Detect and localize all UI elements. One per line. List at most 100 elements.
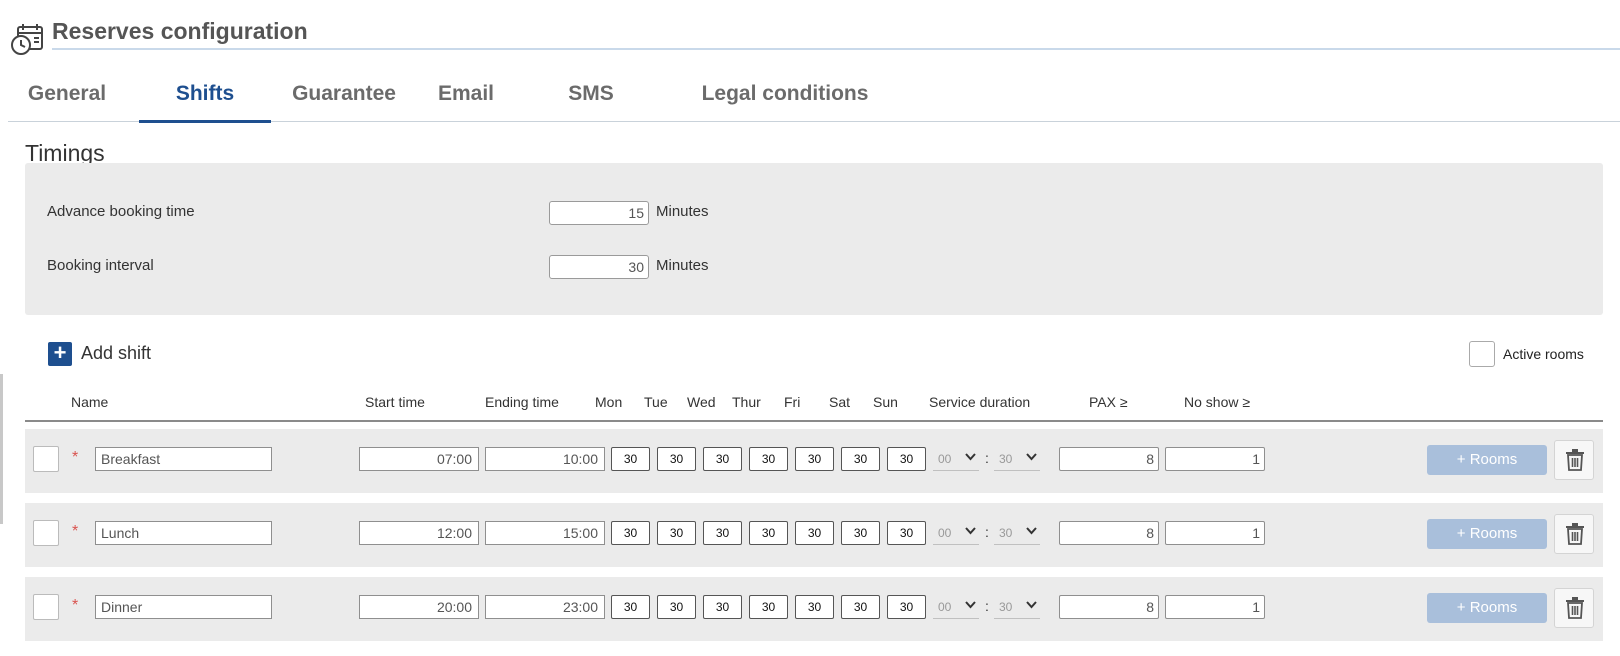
duration-separator: : [985, 450, 989, 466]
wed-interval-input[interactable] [703, 521, 742, 545]
wed-interval-input[interactable] [703, 447, 742, 471]
tab-sms[interactable]: SMS [567, 82, 615, 122]
wed-interval-input[interactable] [703, 595, 742, 619]
trash-icon [1566, 597, 1584, 619]
thur-interval-input[interactable] [749, 595, 788, 619]
chevron-down-icon [1026, 527, 1037, 535]
add-rooms-button[interactable]: + Rooms [1427, 593, 1547, 623]
advance-booking-label: Advance booking time [47, 203, 195, 220]
page-title: Reserves configuration [52, 18, 308, 44]
no-show-input[interactable] [1165, 521, 1265, 545]
duration-minutes-value: 30 [999, 600, 1013, 614]
left-edge-marker [0, 374, 3, 524]
duration-hours-select[interactable]: 00 [933, 597, 979, 619]
advance-booking-input[interactable] [549, 201, 649, 225]
chevron-down-icon [1026, 601, 1037, 609]
chevron-down-icon [965, 453, 976, 461]
required-indicator: * [72, 449, 79, 466]
title-underline [52, 48, 1620, 50]
col-header-wed: Wed [687, 394, 716, 410]
delete-shift-button[interactable] [1554, 514, 1594, 554]
no-show-input[interactable] [1165, 447, 1265, 471]
sun-interval-input[interactable] [887, 595, 926, 619]
pax-input[interactable] [1059, 521, 1159, 545]
tab-email[interactable]: Email [436, 82, 496, 122]
calendar-clock-icon [10, 22, 44, 56]
duration-hours-select[interactable]: 00 [933, 449, 979, 471]
no-show-input[interactable] [1165, 595, 1265, 619]
tue-interval-input[interactable] [657, 521, 696, 545]
duration-separator: : [985, 598, 989, 614]
duration-minutes-select[interactable]: 30 [994, 597, 1040, 619]
tab-guarantee[interactable]: Guarantee [290, 82, 398, 122]
page-header: Reserves configuration [0, 0, 1620, 60]
add-rooms-button[interactable]: + Rooms [1427, 519, 1547, 549]
row-select-checkbox[interactable] [33, 446, 59, 472]
col-header-no-show: No show ≥ [1184, 394, 1251, 410]
fri-interval-input[interactable] [795, 595, 834, 619]
ending-time-input[interactable] [485, 447, 605, 471]
shift-row-lunch: * 00 : 30 + Rooms [25, 503, 1603, 567]
chevron-down-icon [965, 601, 976, 609]
booking-interval-input[interactable] [549, 255, 649, 279]
col-header-thur: Thur [732, 394, 761, 410]
advance-booking-unit: Minutes [656, 203, 709, 220]
tab-general[interactable]: General [26, 82, 108, 122]
tue-interval-input[interactable] [657, 595, 696, 619]
col-header-ending-time: Ending time [485, 394, 559, 410]
tab-shifts[interactable]: Shifts [139, 82, 271, 123]
active-rooms-checkbox[interactable] [1469, 341, 1495, 367]
thur-interval-input[interactable] [749, 521, 788, 545]
shift-row-dinner: * 00 : 30 + Rooms [25, 577, 1603, 641]
table-header-rule [25, 420, 1603, 422]
required-indicator: * [72, 523, 79, 540]
chevron-down-icon [965, 527, 976, 535]
sun-interval-input[interactable] [887, 521, 926, 545]
tab-legal-conditions[interactable]: Legal conditions [700, 82, 870, 122]
fri-interval-input[interactable] [795, 521, 834, 545]
mon-interval-input[interactable] [611, 447, 650, 471]
booking-interval-unit: Minutes [656, 257, 709, 274]
shift-name-input[interactable] [95, 521, 272, 545]
trash-icon [1566, 523, 1584, 545]
pax-input[interactable] [1059, 447, 1159, 471]
sat-interval-input[interactable] [841, 595, 880, 619]
row-select-checkbox[interactable] [33, 594, 59, 620]
chevron-down-icon [1026, 453, 1037, 461]
duration-minutes-value: 30 [999, 452, 1013, 466]
col-header-sat: Sat [829, 394, 851, 410]
start-time-input[interactable] [359, 521, 479, 545]
fri-interval-input[interactable] [795, 447, 834, 471]
start-time-input[interactable] [359, 447, 479, 471]
ending-time-input[interactable] [485, 521, 605, 545]
config-tabs: General Shifts Guarantee Email SMS Legal… [8, 80, 1620, 123]
shift-name-input[interactable] [95, 595, 272, 619]
add-rooms-button[interactable]: + Rooms [1427, 445, 1547, 475]
col-header-mon: Mon [595, 394, 623, 410]
shift-name-input[interactable] [95, 447, 272, 471]
mon-interval-input[interactable] [611, 521, 650, 545]
thur-interval-input[interactable] [749, 447, 788, 471]
sun-interval-input[interactable] [887, 447, 926, 471]
required-indicator: * [72, 597, 79, 614]
sat-interval-input[interactable] [841, 447, 880, 471]
plus-icon: + [48, 342, 72, 366]
delete-shift-button[interactable] [1554, 440, 1594, 480]
timings-panel: Advance booking time Minutes Booking int… [25, 163, 1603, 315]
duration-hours-value: 00 [938, 452, 952, 466]
duration-minutes-select[interactable]: 30 [994, 449, 1040, 471]
mon-interval-input[interactable] [611, 595, 650, 619]
tue-interval-input[interactable] [657, 447, 696, 471]
delete-shift-button[interactable] [1554, 588, 1594, 628]
duration-hours-select[interactable]: 00 [933, 523, 979, 545]
shift-row-breakfast: * 00 : 30 + Rooms [25, 429, 1603, 493]
ending-time-input[interactable] [485, 595, 605, 619]
pax-input[interactable] [1059, 595, 1159, 619]
start-time-input[interactable] [359, 595, 479, 619]
row-select-checkbox[interactable] [33, 520, 59, 546]
active-rooms-label: Active rooms [1503, 346, 1584, 362]
duration-minutes-select[interactable]: 30 [994, 523, 1040, 545]
duration-hours-value: 00 [938, 600, 952, 614]
sat-interval-input[interactable] [841, 521, 880, 545]
col-header-name: Name [71, 394, 109, 410]
